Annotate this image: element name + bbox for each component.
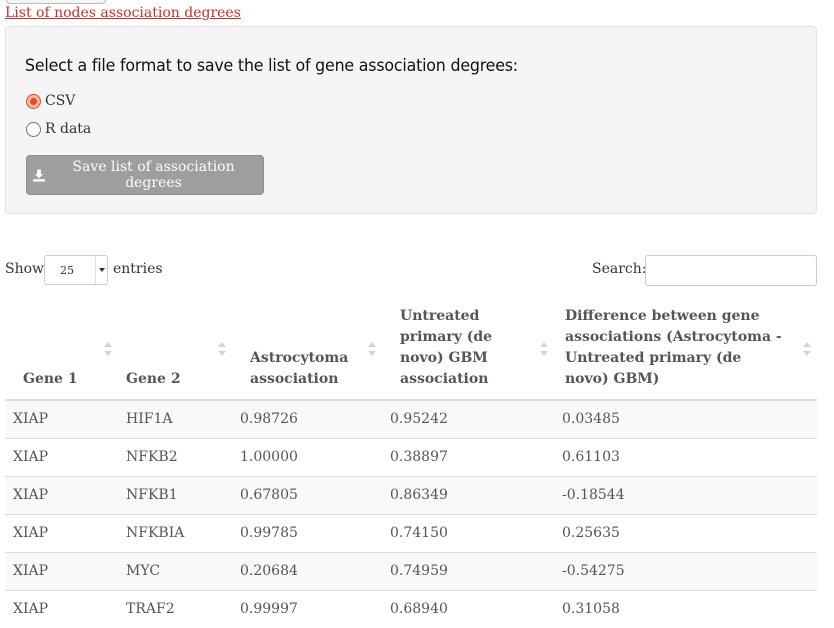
file-format-panel: Select a file format to save the list of… xyxy=(5,26,817,214)
column-header-label: Difference between gene associations (As… xyxy=(565,308,782,387)
radio-csv-label: CSV xyxy=(45,93,76,109)
cell-difference: 0.03485 xyxy=(554,399,817,438)
cell-astrocytoma: 0.20684 xyxy=(232,551,382,590)
column-header-label: Gene 1 xyxy=(23,371,78,387)
cell-gene2: HIF1A xyxy=(118,399,232,438)
sort-icon xyxy=(803,341,811,356)
cell-difference: 0.61103 xyxy=(554,437,817,476)
cell-astrocytoma: 0.67805 xyxy=(232,475,382,514)
save-list-button-label: Save list of association degrees xyxy=(72,159,235,191)
cell-gene1: XIAP xyxy=(5,551,118,590)
cell-gbm: 0.95242 xyxy=(382,399,554,438)
cell-gene1: XIAP xyxy=(5,475,118,514)
table-row: XIAP NFKB2 1.00000 0.38897 0.61103 xyxy=(5,437,817,476)
cell-gene1: XIAP xyxy=(5,589,118,628)
cell-gbm: 0.86349 xyxy=(382,475,554,514)
nodes-association-link[interactable]: List of nodes association degrees xyxy=(5,5,241,21)
cell-gene1: XIAP xyxy=(5,437,118,476)
table-row: XIAP TRAF2 0.99997 0.68940 0.31058 xyxy=(5,589,817,628)
column-header-label: Gene 2 xyxy=(126,371,181,387)
column-header-gbm[interactable]: Untreated primary (de novo) GBM associat… xyxy=(382,298,554,401)
radio-option-csv[interactable]: CSV xyxy=(26,93,75,109)
cell-gene2: NFKB2 xyxy=(118,437,232,476)
save-list-button[interactable]: Save list of association degrees xyxy=(26,155,264,195)
table-row: XIAP HIF1A 0.98726 0.95242 0.03485 xyxy=(5,399,817,438)
dropdown-arrow-icon xyxy=(95,256,107,284)
cell-astrocytoma: 0.99997 xyxy=(232,589,382,628)
cell-difference: 0.31058 xyxy=(554,589,817,628)
cell-gene2: TRAF2 xyxy=(118,589,232,628)
cell-gene2: NFKB1 xyxy=(118,475,232,514)
sort-icon xyxy=(218,341,226,356)
column-header-gene2[interactable]: Gene 2 xyxy=(118,298,232,401)
radio-rdata-label: R data xyxy=(45,121,92,137)
column-header-label: Astrocytoma association xyxy=(250,350,349,387)
table-row: XIAP NFKBIA 0.99785 0.74150 0.25635 xyxy=(5,513,817,552)
table-header-row: Gene 1 Gene 2 Astrocytoma association Un… xyxy=(5,298,817,401)
table-row: XIAP NFKB1 0.67805 0.86349 -0.18544 xyxy=(5,475,817,514)
panel-title: Select a file format to save the list of… xyxy=(25,56,518,76)
column-header-label: Untreated primary (de novo) GBM associat… xyxy=(400,308,493,387)
cell-difference: -0.18544 xyxy=(554,475,817,514)
sort-icon xyxy=(540,341,548,356)
entries-label: entries xyxy=(113,261,163,277)
previous-button-edge[interactable] xyxy=(6,0,106,4)
cell-gene2: NFKBIA xyxy=(118,513,232,552)
page-length-select[interactable]: 25 xyxy=(44,255,108,285)
cell-astrocytoma: 0.99785 xyxy=(232,513,382,552)
column-header-difference[interactable]: Difference between gene associations (As… xyxy=(554,298,817,401)
cell-gbm: 0.38897 xyxy=(382,437,554,476)
radio-option-rdata[interactable]: R data xyxy=(26,121,91,137)
cell-gene2: MYC xyxy=(118,551,232,590)
cell-gbm: 0.68940 xyxy=(382,589,554,628)
cell-gbm: 0.74150 xyxy=(382,513,554,552)
cell-astrocytoma: 1.00000 xyxy=(232,437,382,476)
search-label: Search: xyxy=(592,261,647,277)
column-header-astrocytoma[interactable]: Astrocytoma association xyxy=(232,298,382,401)
radio-rdata[interactable] xyxy=(26,121,41,137)
cell-astrocytoma: 0.98726 xyxy=(232,399,382,438)
radio-csv-checked[interactable] xyxy=(26,93,41,109)
cell-difference: -0.54275 xyxy=(554,551,817,590)
cell-gbm: 0.74959 xyxy=(382,551,554,590)
page-length-value: 25 xyxy=(60,264,74,277)
show-label: Show xyxy=(5,261,45,277)
sort-icon xyxy=(368,341,376,356)
cell-difference: 0.25635 xyxy=(554,513,817,552)
sort-icon xyxy=(104,341,112,356)
cell-gene1: XIAP xyxy=(5,513,118,552)
search-input[interactable] xyxy=(645,255,817,286)
download-icon xyxy=(33,168,46,182)
association-table: Gene 1 Gene 2 Astrocytoma association Un… xyxy=(5,298,817,628)
column-header-gene1[interactable]: Gene 1 xyxy=(5,298,118,401)
cell-gene1: XIAP xyxy=(5,399,118,438)
table-row: XIAP MYC 0.20684 0.74959 -0.54275 xyxy=(5,551,817,590)
